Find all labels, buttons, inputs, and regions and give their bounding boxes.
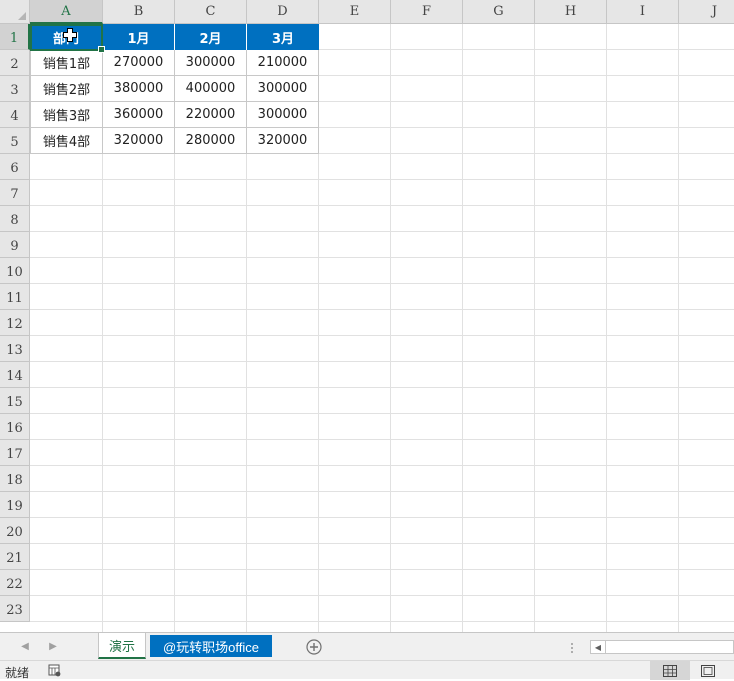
row-header-7[interactable]: 7 (0, 180, 30, 206)
row-header-21[interactable]: 21 (0, 544, 30, 570)
select-all-button[interactable] (0, 0, 30, 24)
column-header-f[interactable]: F (391, 0, 463, 24)
column-header-g[interactable]: G (463, 0, 535, 24)
row-header-20[interactable]: 20 (0, 518, 30, 544)
scroll-tabs-right-icon[interactable]: ▶ (48, 640, 58, 652)
row-header-16[interactable]: 16 (0, 414, 30, 440)
column-header-d[interactable]: D (247, 0, 319, 24)
cell-a2[interactable]: 销售1部 (30, 50, 103, 76)
row-header-18[interactable]: 18 (0, 466, 30, 492)
cell-area[interactable]: 部门 1月 2月 3月 销售1部 270000 300000 210000 销售… (30, 24, 734, 632)
cell-b3[interactable]: 380000 (103, 76, 175, 102)
column-header-a[interactable]: A (30, 0, 103, 24)
page-layout-view-button[interactable] (698, 661, 718, 680)
add-sheet-icon[interactable] (306, 639, 322, 655)
row-header-4[interactable]: 4 (0, 102, 30, 128)
normal-view-button[interactable] (650, 661, 690, 680)
column-headers: A B C D E F G H I J (30, 0, 734, 24)
cell-d5[interactable]: 320000 (247, 128, 319, 154)
sheet-tab-second[interactable]: @玩转职场office (150, 635, 272, 657)
scroll-left-icon[interactable]: ◀ (591, 641, 606, 653)
cell-a4[interactable]: 销售3部 (30, 102, 103, 128)
cell-d2[interactable]: 210000 (247, 50, 319, 76)
page-layout-icon (701, 664, 715, 677)
row-header-17[interactable]: 17 (0, 440, 30, 466)
cell-c1[interactable]: 2月 (175, 24, 247, 50)
macro-record-icon[interactable] (48, 664, 61, 677)
row-header-12[interactable]: 12 (0, 310, 30, 336)
column-header-e[interactable]: E (319, 0, 391, 24)
row-header-9[interactable]: 9 (0, 232, 30, 258)
row-header-8[interactable]: 8 (0, 206, 30, 232)
row-header-3[interactable]: 3 (0, 76, 30, 102)
cell-b5[interactable]: 320000 (103, 128, 175, 154)
cell-b2[interactable]: 270000 (103, 50, 175, 76)
cell-a5[interactable]: 销售4部 (30, 128, 103, 154)
column-header-j[interactable]: J (679, 0, 734, 24)
horizontal-scrollbar[interactable]: ◀ (590, 640, 734, 654)
row-header-1[interactable]: 1 (0, 24, 30, 50)
row-header-15[interactable]: 15 (0, 388, 30, 414)
row-header-11[interactable]: 11 (0, 284, 30, 310)
scroll-tabs-left-icon[interactable]: ◀ (20, 640, 30, 652)
sheet-tab-bar: ◀ ▶ 演示 @玩转职场office ◀ (0, 632, 734, 660)
cell-c3[interactable]: 400000 (175, 76, 247, 102)
cell-d4[interactable]: 300000 (247, 102, 319, 128)
row-header-6[interactable]: 6 (0, 154, 30, 180)
cell-d3[interactable]: 300000 (247, 76, 319, 102)
sheet-tab-active[interactable]: 演示 (98, 633, 146, 659)
spreadsheet-grid: A B C D E F G H I J 1 2 3 4 5 6 7 8 9 10 11 12 13 14 1… (0, 0, 734, 632)
column-header-b[interactable]: B (103, 0, 175, 24)
column-header-c[interactable]: C (175, 0, 247, 24)
grid-view-icon (663, 664, 677, 677)
row-header-5[interactable]: 5 (0, 128, 30, 154)
status-bar: 就绪 (0, 660, 734, 680)
row-header-23[interactable]: 23 (0, 596, 30, 622)
row-header-10[interactable]: 10 (0, 258, 30, 284)
cell-b1[interactable]: 1月 (103, 24, 175, 50)
column-header-h[interactable]: H (535, 0, 607, 24)
cell-d1[interactable]: 3月 (247, 24, 319, 50)
cell-c2[interactable]: 300000 (175, 50, 247, 76)
row-header-14[interactable]: 14 (0, 362, 30, 388)
column-header-i[interactable]: I (607, 0, 679, 24)
row-header-13[interactable]: 13 (0, 336, 30, 362)
cell-cursor-icon (63, 28, 77, 42)
row-header-2[interactable]: 2 (0, 50, 30, 76)
status-text: 就绪 (5, 666, 30, 680)
cell-b4[interactable]: 360000 (103, 102, 175, 128)
cell-c5[interactable]: 280000 (175, 128, 247, 154)
row-header-19[interactable]: 19 (0, 492, 30, 518)
row-header-22[interactable]: 22 (0, 570, 30, 596)
cell-a3[interactable]: 销售2部 (30, 76, 103, 102)
cell-c4[interactable]: 220000 (175, 102, 247, 128)
splitter-handle-icon[interactable] (570, 642, 574, 654)
